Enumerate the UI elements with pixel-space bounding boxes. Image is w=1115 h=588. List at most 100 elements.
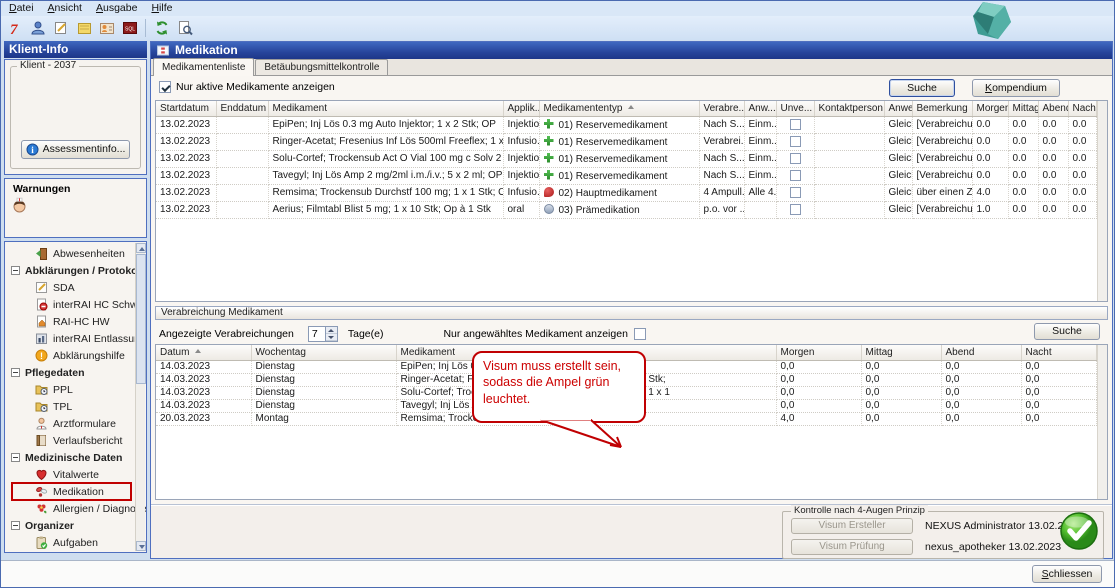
- table-row[interactable]: 13.02.2023EpiPen; Inj Lös 0.3 mg Auto In…: [156, 116, 1096, 133]
- sidebar-item-interrai-entlassung[interactable]: interRAI Entlassung: [5, 330, 134, 347]
- sidebar-group-organizer[interactable]: Organizer: [5, 517, 134, 534]
- sidebar-item-aufgaben[interactable]: Aufgaben: [5, 534, 134, 551]
- checkbox[interactable]: [790, 119, 801, 130]
- column-header[interactable]: Mittag: [861, 345, 941, 360]
- sidebar-item-interrai-hc-schweiz[interactable]: interRAI HC Schweiz: [5, 296, 134, 313]
- column-header[interactable]: Verabre...: [699, 101, 744, 116]
- checkbox[interactable]: [790, 204, 801, 215]
- table-row[interactable]: 13.02.2023Ringer-Acetat; Fresenius Inf L…: [156, 133, 1096, 150]
- sidebar-item-vitalwerte[interactable]: Vitalwerte: [5, 466, 134, 483]
- kompendium-button[interactable]: Kompendium: [972, 79, 1060, 97]
- print-preview-icon[interactable]: [174, 18, 195, 38]
- table-scrollbar[interactable]: [1097, 101, 1107, 301]
- scroll-down-icon[interactable]: [136, 541, 146, 551]
- menu-ausgabe[interactable]: Ausgabe: [90, 2, 143, 15]
- contact-icon[interactable]: [96, 18, 117, 38]
- shown-administrations-label: Angezeigte Verabreichungen: [159, 328, 294, 340]
- visum-ersteller-button[interactable]: Visum Ersteller: [791, 518, 913, 534]
- collapse-icon[interactable]: [11, 453, 20, 462]
- column-header[interactable]: Wochentag: [251, 345, 396, 360]
- active-medication-filter[interactable]: Nur aktive Medikamente anzeigen: [159, 81, 335, 93]
- four-eyes-title: Kontrolle nach 4-Augen Prinzip: [791, 505, 928, 516]
- checkbox[interactable]: [159, 81, 171, 93]
- notes-icon[interactable]: [73, 18, 94, 38]
- sidebar-item-ppl[interactable]: PPL: [5, 381, 134, 398]
- table-cell: [776, 201, 814, 218]
- spinner-down-icon[interactable]: [326, 334, 337, 341]
- column-header[interactable]: Nacht: [1068, 101, 1096, 116]
- menu-ansicht[interactable]: Ansicht: [42, 2, 88, 15]
- column-header[interactable]: Morgen: [776, 345, 861, 360]
- tab-betaeubungsmittelkontrolle[interactable]: Betäubungsmittelkontrolle: [255, 59, 388, 75]
- column-header[interactable]: Abend: [1038, 101, 1068, 116]
- administration-search-button[interactable]: Suche: [1034, 323, 1100, 340]
- client-icon[interactable]: [27, 18, 48, 38]
- collapse-icon[interactable]: [11, 266, 20, 275]
- checkbox[interactable]: [790, 153, 801, 164]
- menu-hilfe[interactable]: Hilfe: [145, 2, 178, 15]
- sql-icon[interactable]: SQL: [119, 18, 140, 38]
- scroll-up-icon[interactable]: [136, 243, 146, 253]
- sidebar-item-rai-hc-hw[interactable]: RAI-HC HW: [5, 313, 134, 330]
- visum-pruefung-button[interactable]: Visum Prüfung: [791, 539, 913, 555]
- column-header[interactable]: Unve...: [776, 101, 814, 116]
- table-scrollbar[interactable]: [1097, 345, 1107, 499]
- sidebar-group-pflegedaten[interactable]: Pflegedaten: [5, 364, 134, 381]
- column-header[interactable]: Enddatum: [216, 101, 268, 116]
- table-row[interactable]: 13.02.2023Aerius; Filmtabl Blist 5 mg; 1…: [156, 201, 1096, 218]
- sidebar-item-medikation[interactable]: Medikation: [5, 483, 134, 500]
- spinner-up-icon[interactable]: [326, 327, 337, 334]
- checkbox[interactable]: [790, 136, 801, 147]
- table-cell: [814, 150, 884, 167]
- table-row[interactable]: 13.02.2023Solu-Cortef; Trockensub Act O …: [156, 150, 1096, 167]
- sidebar-item-tpl[interactable]: TPL: [5, 398, 134, 415]
- nurse-warning-icon[interactable]: [11, 197, 28, 214]
- menu-datei[interactable]: Datei: [3, 2, 40, 15]
- book-icon: [35, 434, 48, 447]
- collapse-icon[interactable]: [11, 521, 20, 530]
- column-header[interactable]: Medikamententyp: [539, 101, 699, 116]
- table-cell: 0,0: [861, 386, 941, 399]
- sidebar-group-abklaerungen-protokolle[interactable]: Abklärungen / Protokolle: [5, 262, 134, 279]
- column-header[interactable]: Morgen: [972, 101, 1008, 116]
- table-cell: Tavegyl; Inj Lös Amp 2 mg/2ml i.m./i.v.;…: [268, 167, 503, 184]
- medication-table: StartdatumEnddatumMedikamentApplik...Med…: [156, 101, 1097, 219]
- scrollbar-thumb[interactable]: [136, 254, 146, 384]
- sidebar-item-verlaufsbericht[interactable]: Verlaufsbericht: [5, 432, 134, 449]
- column-header[interactable]: Applik...: [503, 101, 539, 116]
- column-header[interactable]: Datum: [156, 345, 251, 360]
- column-header[interactable]: Medikament: [268, 101, 503, 116]
- table-row[interactable]: 13.02.2023Remsima; Trockensub Durchstf 1…: [156, 184, 1096, 201]
- sidebar-item-abwesenheiten[interactable]: Abwesenheiten: [5, 245, 134, 262]
- checkbox[interactable]: [790, 170, 801, 181]
- collapse-icon[interactable]: [11, 368, 20, 377]
- column-header[interactable]: Startdatum: [156, 101, 216, 116]
- checkbox[interactable]: [790, 187, 801, 198]
- edit-note-icon[interactable]: [50, 18, 71, 38]
- assessment-info-button[interactable]: i Assessmentinfo...: [21, 140, 130, 159]
- search-button[interactable]: Suche: [889, 79, 955, 97]
- reserve-med-icon: [544, 153, 554, 163]
- column-header[interactable]: Abend: [941, 345, 1021, 360]
- column-header[interactable]: Nacht: [1021, 345, 1096, 360]
- only-selected-checkbox[interactable]: [634, 328, 646, 340]
- column-header[interactable]: Mittag: [1008, 101, 1038, 116]
- sidebar-item-allergien-diagnosen[interactable]: Allergien / Diagnosen ...: [5, 500, 134, 517]
- sidebar-item-arztformulare[interactable]: Arztformulare: [5, 415, 134, 432]
- sort-asc-icon: [628, 105, 634, 109]
- column-header[interactable]: Anwe...: [884, 101, 912, 116]
- days-spinner[interactable]: 7: [308, 326, 338, 342]
- tab-medikamentenliste[interactable]: Medikamentenliste: [153, 58, 254, 76]
- tree-scrollbar[interactable]: [135, 243, 145, 551]
- sidebar-item-abklaerungshilfe[interactable]: ! Abklärungshilfe: [5, 347, 134, 364]
- table-row[interactable]: 13.02.2023Tavegyl; Inj Lös Amp 2 mg/2ml …: [156, 167, 1096, 184]
- sidebar-group-medizinische-daten[interactable]: Medizinische Daten: [5, 449, 134, 466]
- pills-icon: [35, 485, 48, 498]
- column-header[interactable]: Kontaktperson: [814, 101, 884, 116]
- refresh-icon[interactable]: [151, 18, 172, 38]
- column-header[interactable]: Bemerkung: [912, 101, 972, 116]
- sidebar-item-sda[interactable]: SDA: [5, 279, 134, 296]
- nexus-logo-icon[interactable]: 7: [4, 18, 25, 38]
- column-header[interactable]: Anw...: [744, 101, 776, 116]
- close-button[interactable]: Schliessen: [1032, 565, 1102, 583]
